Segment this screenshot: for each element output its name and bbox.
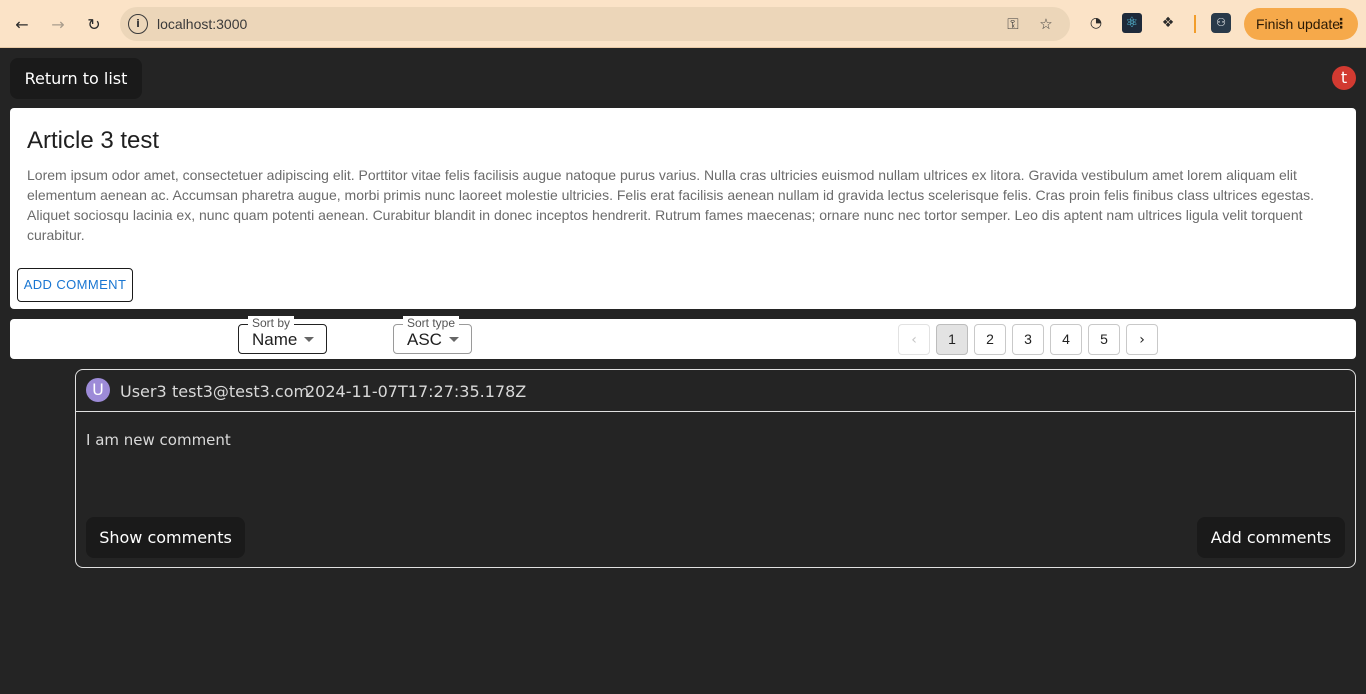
article-title: Article 3 test [27, 127, 160, 154]
forward-arrow-icon[interactable]: → [44, 10, 72, 38]
extension-loader-icon[interactable]: ◔ [1086, 13, 1106, 33]
comment-author: User3 [120, 382, 167, 401]
article-body: Lorem ipsum odor amet, consectetuer adip… [27, 167, 1315, 243]
page-button-3[interactable]: 3 [1012, 324, 1044, 355]
add-comments-button[interactable]: Add comments [1197, 517, 1345, 558]
next-page-button[interactable]: › [1126, 324, 1158, 355]
user-avatar[interactable]: t [1332, 66, 1356, 90]
page-button-2[interactable]: 2 [974, 324, 1006, 355]
bookmark-star-icon[interactable]: ☆ [1036, 14, 1056, 34]
password-key-icon[interactable]: ⚿ [1003, 14, 1023, 34]
kebab-menu-icon: ⋮ [1334, 16, 1348, 32]
dropdown-arrow-icon [449, 337, 459, 342]
sort-by-select[interactable]: Sort by Name [238, 316, 327, 354]
site-info-icon[interactable]: i [128, 14, 148, 34]
back-arrow-icon[interactable]: ← [8, 10, 36, 38]
sort-type-select[interactable]: Sort type ASC [393, 316, 472, 354]
toolbar-separator [1194, 15, 1196, 33]
page-button-4[interactable]: 4 [1050, 324, 1082, 355]
dropdown-arrow-icon [304, 337, 314, 342]
finish-update-label: Finish update [1256, 16, 1341, 32]
article-card: Article 3 test Lorem ipsum odor amet, co… [10, 108, 1356, 309]
comment-avatar: U [86, 378, 110, 402]
sort-by-label: Sort by [248, 316, 295, 330]
reload-icon[interactable]: ↻ [80, 10, 108, 38]
react-devtools-icon[interactable]: ⚛ [1122, 13, 1142, 33]
previous-page-button[interactable]: ‹ [898, 324, 930, 355]
page-button-5[interactable]: 5 [1088, 324, 1120, 355]
chevron-right-icon: › [1139, 332, 1145, 348]
comment-email: test3@test3.com [172, 382, 310, 401]
comment-header: U User3 test3@test3.com 2024-11-07T17:27… [76, 370, 1355, 412]
finish-update-button[interactable]: Finish update ⋮ [1244, 8, 1358, 40]
page-button-1[interactable]: 1 [936, 324, 968, 355]
add-comment-button[interactable]: ADD COMMENT [17, 268, 133, 302]
comment-timestamp: 2024-11-07T17:27:35.178Z [305, 382, 527, 401]
address-bar[interactable]: i localhost:3000 ⚿ ☆ [120, 7, 1070, 41]
sort-type-value: ASC [407, 330, 442, 349]
url-text[interactable]: localhost:3000 [157, 16, 247, 32]
sort-type-label: Sort type [403, 316, 460, 330]
profile-icon[interactable]: ⚇ [1211, 13, 1231, 33]
sort-by-value: Name [252, 330, 298, 349]
sort-pagination-bar: Sort by Name Sort type ASC ‹ 1 2 3 4 5 › [10, 316, 1356, 359]
comment-card: U User3 test3@test3.com 2024-11-07T17:27… [75, 369, 1356, 568]
show-comments-button[interactable]: Show comments [86, 517, 245, 558]
browser-toolbar: ← → ↻ i localhost:3000 ⚿ ☆ ◔ ⚛ ❖ ⚇ Finis… [0, 0, 1366, 48]
comment-text: I am new comment [86, 431, 231, 449]
extensions-puzzle-icon[interactable]: ❖ [1158, 13, 1178, 33]
return-to-list-button[interactable]: Return to list [10, 58, 142, 99]
chevron-left-icon: ‹ [911, 332, 917, 348]
